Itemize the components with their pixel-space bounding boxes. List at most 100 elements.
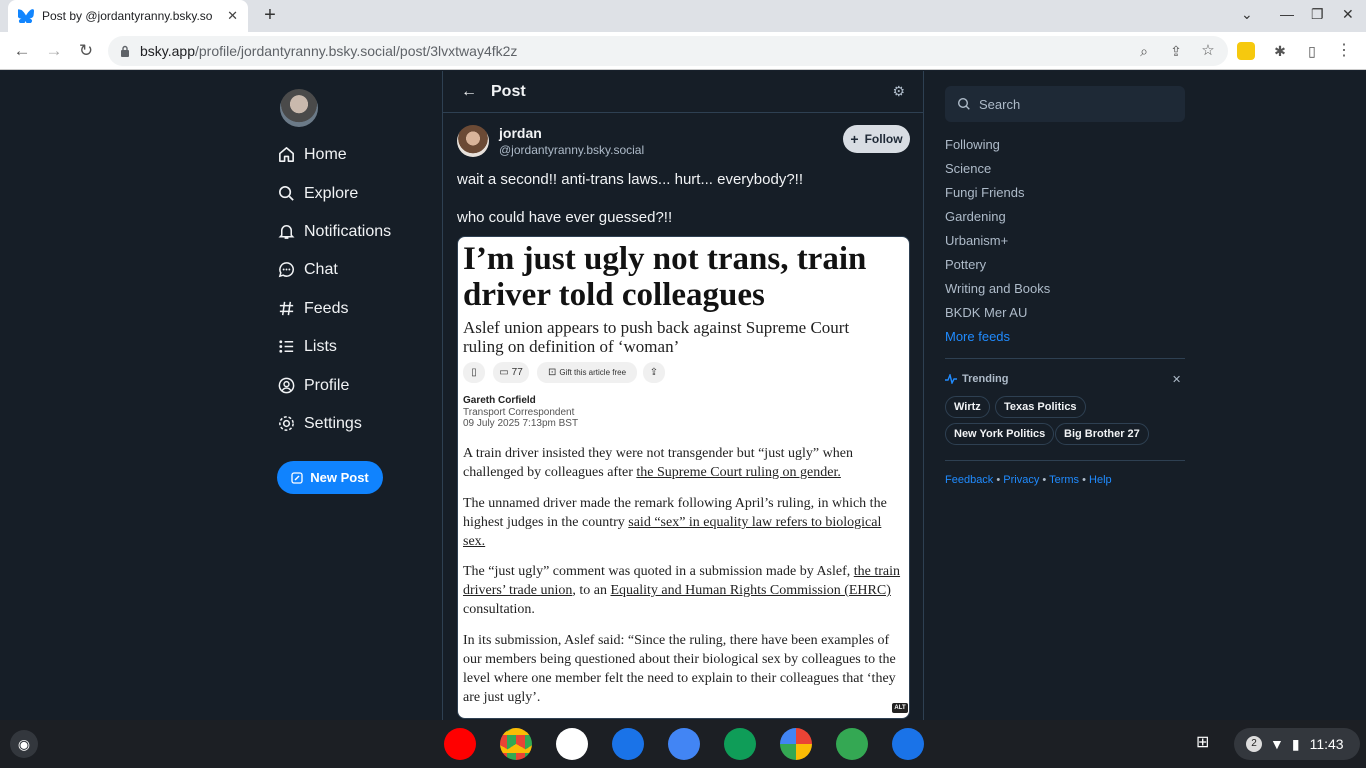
side-panel-icon[interactable]: ▯	[1301, 40, 1323, 62]
extension-icon[interactable]	[1237, 42, 1255, 60]
article-author-role: Transport Correspondent	[463, 407, 575, 418]
divider	[945, 358, 1185, 359]
feed-link[interactable]: Writing and Books	[945, 281, 1050, 296]
author-avatar[interactable]	[457, 125, 489, 157]
avatar[interactable]	[280, 89, 318, 127]
user-icon	[278, 377, 295, 394]
follow-button[interactable]: + Follow	[843, 125, 910, 153]
thread-settings-icon[interactable]: ⚙	[892, 83, 905, 100]
nav-feeds[interactable]: Feeds	[277, 299, 348, 318]
bluesky-app: Home Explore Notifications Chat Feeds Li…	[0, 71, 1366, 720]
share-icon: ⇪	[643, 362, 665, 383]
feed-link[interactable]: Following	[945, 137, 1000, 152]
nav-lists[interactable]: Lists	[277, 337, 337, 356]
browser-tab[interactable]: Post by @jordantyranny.bsky.so ✕	[8, 0, 248, 32]
close-trending-icon[interactable]: ✕	[1172, 373, 1181, 386]
new-post-label: New Post	[310, 470, 369, 485]
nav-label: Chat	[304, 260, 338, 278]
trend-chip[interactable]: Texas Politics	[995, 396, 1086, 418]
meet-icon[interactable]	[724, 728, 756, 760]
gear-icon	[279, 416, 294, 431]
privacy-link[interactable]: Privacy	[1003, 474, 1039, 486]
search-icon	[279, 186, 294, 201]
nav-settings[interactable]: Settings	[277, 414, 362, 433]
article-paragraph: The “just ugly” comment was quoted in a …	[463, 564, 901, 617]
nav-label: Home	[304, 145, 347, 163]
chrome-icon[interactable]	[500, 728, 532, 760]
trend-chip[interactable]: Wirtz	[945, 396, 990, 418]
puzzle-extensions-icon[interactable]: ✱	[1269, 40, 1291, 62]
bookmark-star-icon[interactable]: ☆	[1197, 40, 1219, 62]
article-paragraph: In its submission, Aslef said: “Since th…	[463, 633, 896, 705]
browser-toolbar: ← → ↻ bsky.app/profile/jordantyranny.bsk…	[0, 32, 1366, 70]
launcher-icon[interactable]: ◉	[10, 730, 38, 758]
messages-icon[interactable]	[612, 728, 644, 760]
nav-label: Feeds	[304, 299, 349, 317]
status-tray[interactable]: 2 ▼ ▮ 11:43	[1234, 728, 1360, 760]
feed-link[interactable]: Gardening	[945, 209, 1006, 224]
minimize-icon[interactable]: —	[1280, 6, 1294, 22]
trend-chip[interactable]: Big Brother 27	[1055, 423, 1149, 445]
nav-chat[interactable]: Chat	[277, 260, 338, 279]
play-store-icon[interactable]	[836, 728, 868, 760]
restore-icon[interactable]: ❐	[1311, 6, 1324, 23]
feed-link[interactable]: Science	[945, 161, 991, 176]
tote-icon[interactable]: ⊞	[1196, 732, 1218, 754]
new-post-button[interactable]: New Post	[277, 461, 383, 494]
home-icon	[279, 147, 294, 162]
nav-profile[interactable]: Profile	[277, 376, 349, 395]
trend-chip[interactable]: New York Politics	[945, 423, 1055, 445]
chat-icon	[278, 262, 294, 278]
help-link[interactable]: Help	[1089, 474, 1112, 486]
gift-icon: ⊡	[547, 367, 557, 378]
nav-label: Notifications	[304, 222, 392, 240]
nav-notifications[interactable]: Notifications	[277, 222, 391, 241]
camera-icon[interactable]	[668, 728, 700, 760]
bookmark-icon: ▯	[463, 362, 485, 383]
author-handle[interactable]: @jordantyranny.bsky.social	[499, 143, 644, 157]
tab-search-icon[interactable]: ⌄	[1241, 6, 1253, 23]
post-thread: ← Post ⚙ jordan @jordantyranny.bsky.soci…	[442, 71, 924, 720]
article-author: Gareth Corfield	[463, 395, 536, 406]
clock-time: 11:43	[1309, 736, 1344, 752]
close-window-icon[interactable]: ✕	[1342, 6, 1354, 23]
nav-explore[interactable]: Explore	[277, 184, 358, 203]
nav-label: Settings	[304, 414, 362, 432]
terms-link[interactable]: Terms	[1049, 474, 1079, 486]
search-placeholder: Search	[979, 96, 1021, 112]
comments-chip: ▭ 77	[493, 362, 529, 383]
page-title: Post	[491, 82, 526, 100]
feed-link[interactable]: Pottery	[945, 257, 986, 272]
comment-count: 77	[511, 367, 523, 378]
new-tab-button[interactable]: +	[258, 4, 282, 28]
list-icon	[279, 340, 294, 353]
feed-link[interactable]: Fungi Friends	[945, 185, 1024, 200]
share-icon[interactable]: ⇪	[1165, 40, 1187, 62]
post-image[interactable]: I’m just ugly not trans, train driver to…	[457, 236, 910, 719]
search-input[interactable]: Search	[945, 86, 1185, 122]
nav-label: Lists	[304, 337, 337, 355]
address-bar[interactable]: bsky.app/profile/jordantyranny.bsky.soci…	[108, 36, 1228, 66]
files-icon[interactable]	[892, 728, 924, 760]
alt-badge[interactable]: ALT	[892, 703, 908, 713]
more-feeds-link[interactable]: More feeds	[945, 329, 1010, 344]
tab-strip: Post by @jordantyranny.bsky.so ✕ + ⌄ — ❐…	[0, 0, 1366, 32]
forward-icon[interactable]: →	[43, 40, 65, 62]
close-tab-icon[interactable]: ✕	[227, 8, 238, 24]
feed-link[interactable]: BKDK Mer AU	[945, 305, 1027, 320]
author-name[interactable]: jordan	[499, 125, 542, 141]
menu-kebab-icon[interactable]: ⋮	[1333, 40, 1355, 62]
nav-home[interactable]: Home	[277, 145, 347, 164]
zoom-icon[interactable]: ⌕	[1133, 40, 1155, 62]
back-icon[interactable]: ←	[11, 40, 33, 62]
youtube-icon[interactable]	[444, 728, 476, 760]
feedback-link[interactable]: Feedback	[945, 474, 993, 486]
photos-icon[interactable]	[780, 728, 812, 760]
reload-icon[interactable]: ↻	[75, 40, 97, 62]
battery-icon: ▮	[1291, 735, 1300, 752]
article-headline: I’m just ugly not trans, train driver to…	[463, 241, 867, 313]
article-subheading: Aslef union appears to push back against…	[463, 318, 850, 356]
gmail-icon[interactable]	[556, 728, 588, 760]
feed-link[interactable]: Urbanism+	[945, 233, 1008, 248]
back-arrow-icon[interactable]: ←	[461, 83, 477, 101]
